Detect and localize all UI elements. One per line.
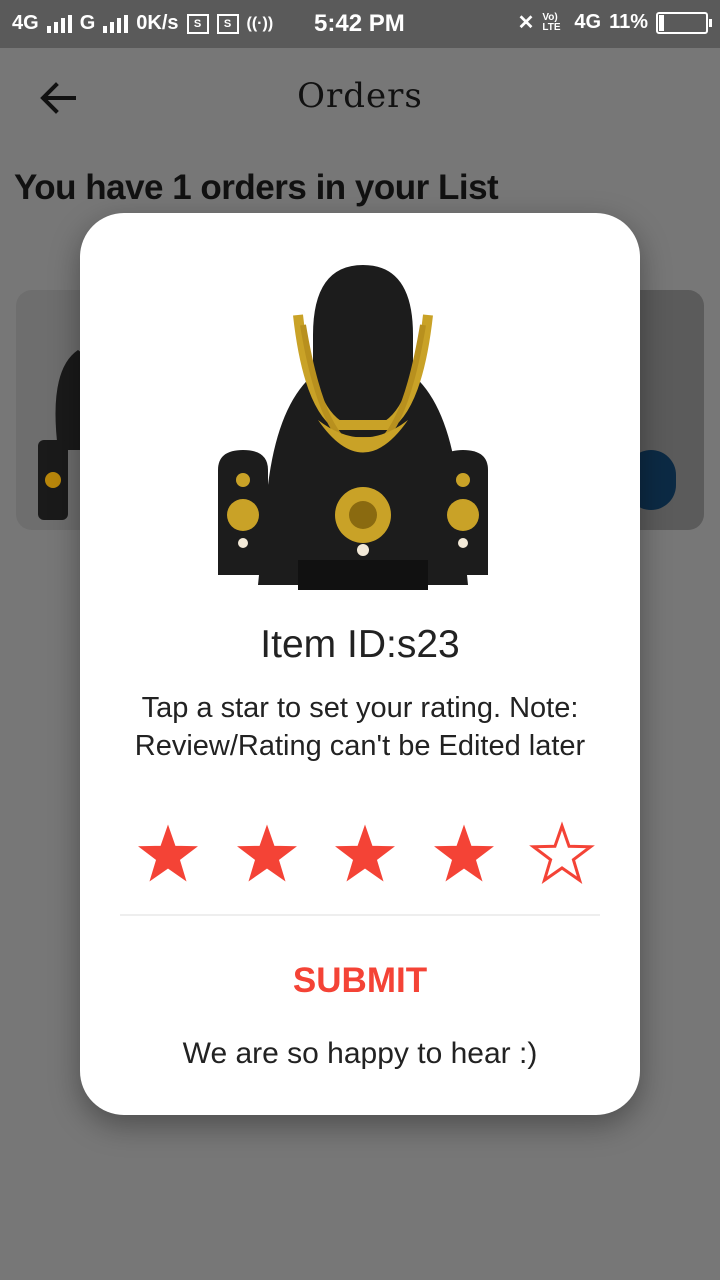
rating-instructions: Tap a star to set your rating. Note: Rev… [134,692,586,762]
star-rating [135,821,595,887]
volte-label: Vo) LTE [542,11,561,33]
signal-icon [46,14,72,33]
star-filled-icon[interactable] [234,821,300,887]
mute-icon: ✕ [517,12,535,34]
network-type-1: 4G [12,12,39,34]
item-id-label: Item ID:s23 [260,623,460,666]
app-bar: Orders [0,48,720,148]
status-bar: 4G G 0K/s S S ((·)) 5:42 PM ✕ Vo) LTE 4G… [0,0,720,48]
page-title: Orders [297,76,423,116]
network-type-2: G [79,12,96,34]
status-right: ✕ Vo) LTE 4G 11% [517,10,712,35]
star-outline-icon[interactable] [529,821,595,887]
divider [120,914,600,916]
network-type-3: 4G [574,11,602,33]
screenshot-icon: S [186,13,209,34]
orders-count-heading: You have 1 orders in your List [14,168,499,207]
battery-icon [656,11,712,34]
clock: 5:42 PM [314,10,405,37]
data-speed: 0K/s [136,12,179,34]
battery-percent: 11% [609,11,648,33]
product-image [218,265,488,590]
rating-dialog: Item ID:s23 Tap a star to set your ratin… [80,213,640,1115]
star-filled-icon[interactable] [135,821,201,887]
status-left: 4G G 0K/s S S ((·)) [12,12,273,35]
screenshot-icon-2: S [216,13,239,34]
star-filled-icon[interactable] [332,821,398,887]
submit-button[interactable]: SUBMIT [260,953,460,1009]
signal-icon-2 [103,14,129,33]
hotspot-icon: ((·)) [246,14,274,32]
star-filled-icon[interactable] [431,821,497,887]
feedback-message: We are so happy to hear :) [182,1037,538,1070]
